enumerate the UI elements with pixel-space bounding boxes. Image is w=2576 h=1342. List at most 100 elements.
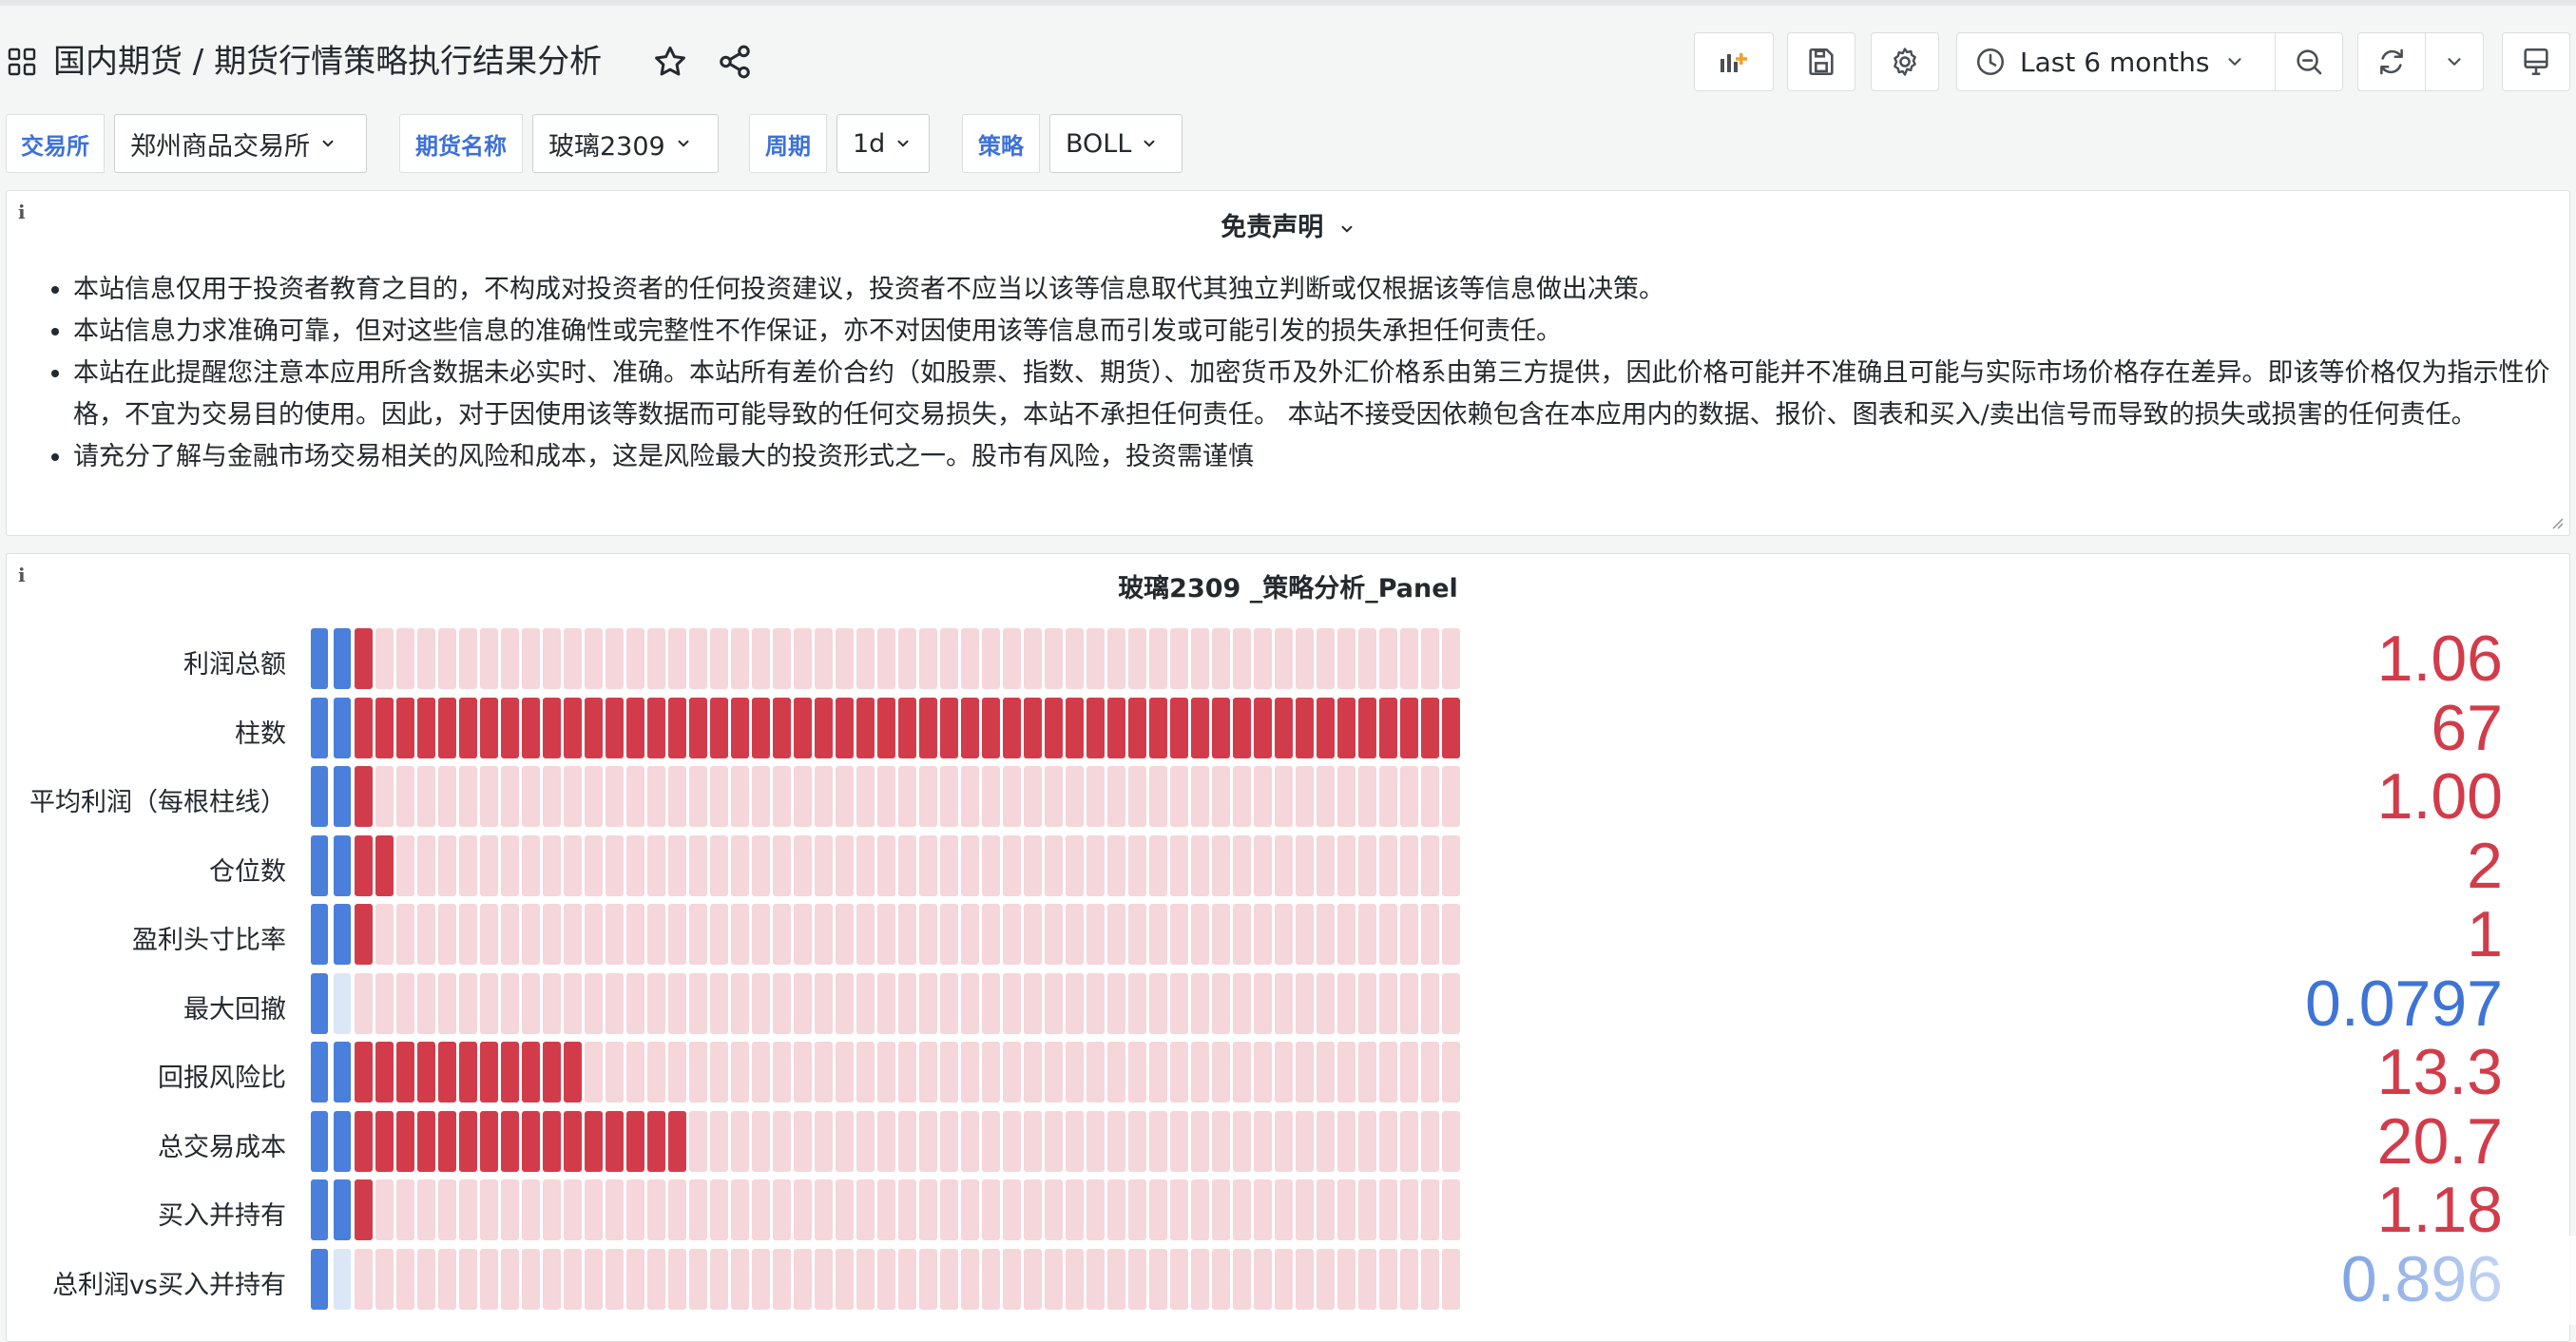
gauge-empty-cell	[1379, 834, 1397, 896]
gauge-empty-cell	[1337, 1179, 1355, 1240]
gauge-empty-cell	[731, 628, 749, 689]
gauge-empty-cell	[710, 1179, 728, 1240]
gauge-empty-cell	[1254, 1179, 1272, 1240]
refresh-button[interactable]	[2357, 32, 2426, 91]
gauge-empty-cell	[355, 1248, 373, 1310]
variable-label-period: 周期	[749, 114, 827, 173]
gauge-empty-cell	[836, 1110, 854, 1172]
gauge-empty-cell	[1358, 972, 1376, 1034]
gauge-filled-cell	[355, 697, 373, 758]
variable-select-strategy[interactable]: BOLL	[1049, 114, 1182, 173]
zoom-out-button[interactable]	[2275, 32, 2343, 91]
disclaimer-item: 本站信息力求准确可靠，但对这些信息的准确性或完整性不作保证，亦不对因使用该等信息…	[73, 311, 2576, 353]
gauge-empty-cell	[585, 1179, 603, 1240]
gauge-empty-cell	[836, 766, 854, 827]
gauge-filled-cell	[480, 1042, 498, 1102]
gauge-empty-cell	[1317, 1110, 1335, 1172]
gauge-empty-cell	[417, 628, 435, 689]
gauge-empty-cell	[689, 1248, 707, 1310]
page-title[interactable]: 国内期货 / 期货行情策略执行结果分析	[53, 38, 602, 86]
gauge-empty-cell	[1233, 1110, 1251, 1172]
variable-select-futures-name[interactable]: 玻璃2309	[532, 114, 719, 173]
gauge-empty-cell	[647, 1179, 665, 1240]
star-icon[interactable]	[652, 44, 688, 80]
add-panel-button[interactable]	[1694, 32, 1774, 91]
settings-button[interactable]	[1871, 32, 1939, 91]
gauge-empty-cell	[1128, 1179, 1146, 1240]
gauge-empty-cell	[606, 766, 624, 827]
gauge-filled-cell	[396, 1110, 414, 1172]
gauge-empty-cell	[1149, 1179, 1167, 1240]
gauge-empty-cell	[1421, 1248, 1439, 1310]
clock-icon	[1976, 48, 2005, 76]
variable-select-period[interactable]: 1d	[836, 114, 930, 173]
share-icon[interactable]	[717, 44, 753, 80]
gauge-empty-cell	[1421, 1042, 1439, 1102]
gauge-empty-cell	[1086, 628, 1105, 689]
gauge-empty-cell	[522, 1248, 540, 1310]
time-range-picker[interactable]: Last 6 months	[1956, 32, 2276, 91]
gauge-empty-cell	[543, 1179, 561, 1240]
gauge-empty-cell	[815, 1179, 833, 1240]
gauge-empty-cell	[752, 1110, 770, 1172]
gauge-filled-cell	[1191, 697, 1209, 758]
gauge-lead-cell	[334, 766, 351, 827]
gauge-empty-cell	[1233, 834, 1251, 896]
gauge-empty-cell	[1170, 1042, 1188, 1102]
gauge-filled-cell	[1379, 697, 1397, 758]
gauge-empty-cell	[877, 972, 895, 1034]
gauge-empty-cell	[898, 1110, 916, 1172]
gauge-empty-cell	[794, 1110, 812, 1172]
gauge-empty-cell	[1337, 1042, 1355, 1102]
gauge-empty-cell	[752, 628, 770, 689]
gauge-empty-cell	[1317, 1179, 1335, 1240]
gauge-filled-cell	[543, 1110, 561, 1172]
gauge-empty-cell	[1191, 1248, 1209, 1310]
disclaimer-panel-title[interactable]: 免责声明	[7, 206, 2569, 243]
gauge-row-value: 1	[2467, 898, 2503, 970]
gauge-filled-cell	[731, 697, 749, 758]
strategy-panel-title[interactable]: 玻璃2309 _策略分析_Panel	[7, 567, 2569, 604]
gauge-empty-cell	[1128, 1110, 1146, 1172]
save-dashboard-button[interactable]	[1787, 32, 1855, 91]
gauge-empty-cell	[626, 1042, 644, 1102]
gauge-empty-cell	[1254, 1042, 1272, 1102]
gauge-empty-cell	[375, 1179, 394, 1240]
top-border	[0, 0, 2576, 6]
gauge-empty-cell	[815, 1042, 833, 1102]
gauge-filled-cell	[856, 697, 875, 758]
gauge-empty-cell	[982, 834, 1000, 896]
gauge-row-label: 利润总额	[183, 650, 286, 680]
gauge-empty-cell	[731, 1042, 749, 1102]
gauge-empty-cell	[961, 972, 979, 1034]
gauge-empty-cell	[480, 766, 498, 827]
gauge-empty-cell	[543, 834, 561, 896]
gauge-empty-cell	[815, 904, 833, 965]
gauge-empty-cell	[919, 1042, 937, 1102]
variable-value-futures-name: 玻璃2309	[548, 131, 665, 162]
gauge-empty-cell	[668, 904, 686, 965]
gauge-empty-cell	[773, 1248, 791, 1310]
gauge-empty-cell	[1358, 628, 1376, 689]
gauge-row-label: 总利润vs买入并持有	[51, 1270, 286, 1300]
gauge-empty-cell	[1149, 972, 1167, 1034]
apps-grid-icon[interactable]	[8, 48, 36, 76]
gauge-empty-cell	[1107, 972, 1125, 1034]
gauge-empty-cell	[815, 1248, 833, 1310]
view-mode-button[interactable]	[2502, 32, 2570, 91]
resize-handle-icon[interactable]	[2550, 516, 2564, 529]
gauge-empty-cell	[1442, 628, 1460, 689]
gauge-lead-cell	[311, 972, 328, 1034]
gauge-empty-cell	[1170, 834, 1188, 896]
gauge-empty-cell	[898, 904, 916, 965]
variable-select-exchange[interactable]: 郑州商品交易所	[114, 114, 367, 173]
gauge-empty-cell	[1421, 1110, 1439, 1172]
gauge-filled-cell	[1358, 697, 1376, 758]
gauge-lead-cell	[334, 904, 351, 965]
gauge-empty-cell	[710, 972, 728, 1034]
gauge-empty-cell	[1421, 766, 1439, 827]
gauge-empty-cell	[815, 766, 833, 827]
gauge-empty-cell	[375, 904, 394, 965]
gauge-filled-cell	[355, 904, 373, 965]
refresh-interval-dropdown[interactable]	[2425, 32, 2484, 91]
